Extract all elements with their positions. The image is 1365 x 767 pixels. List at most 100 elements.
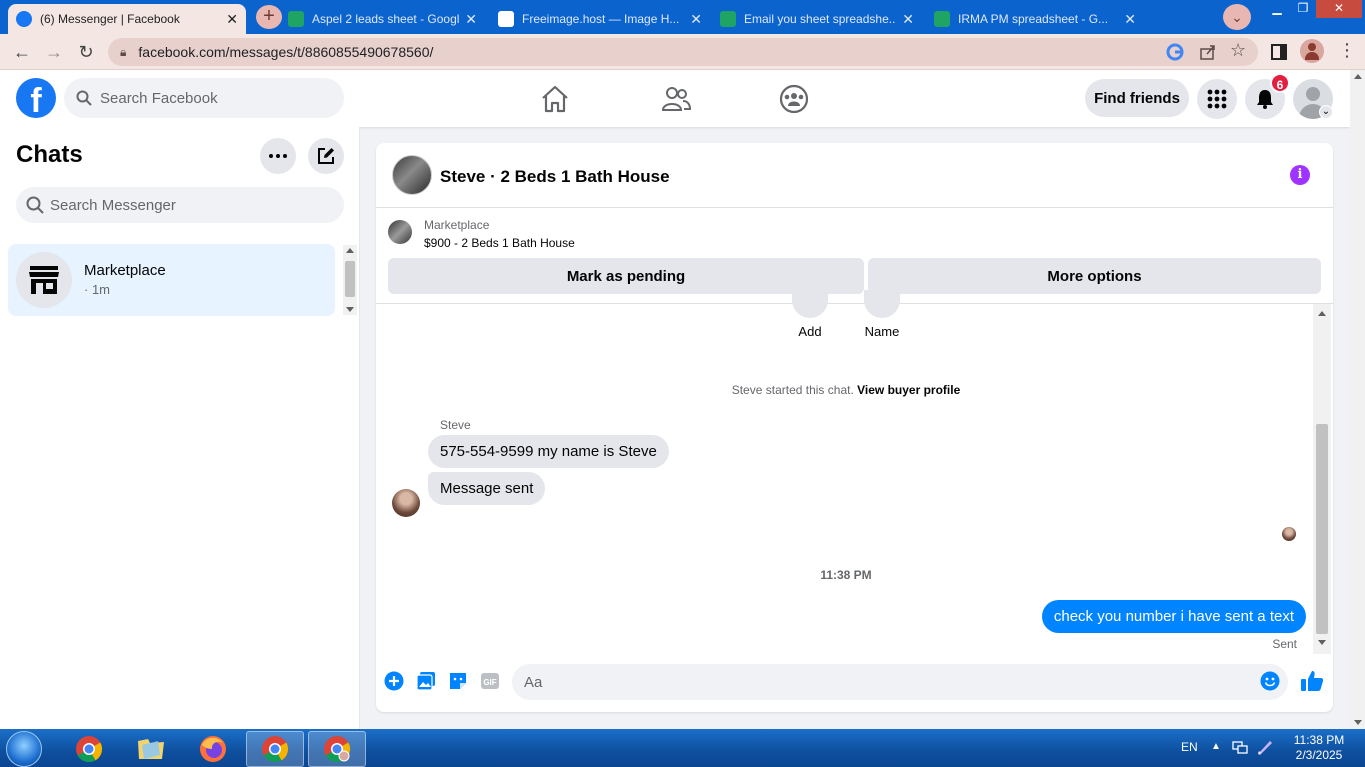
forward-icon[interactable]: → [42,40,66,64]
gif-icon[interactable]: GIF [480,671,500,691]
tab-sheet-3[interactable]: IRMA PM spreadsheet - G... ✕ [926,4,1144,34]
name-label[interactable]: Name [858,324,906,339]
add-action-button[interactable] [792,290,828,318]
tab-sheet-1[interactable]: Aspel 2 leads sheet - Googl... ✕ [280,4,485,34]
messenger-search-input[interactable]: Search Messenger [16,187,344,223]
maximize-icon[interactable]: ❐ [1288,0,1318,18]
system-clock[interactable]: 11:38 PM 2/3/2025 [1284,733,1354,763]
attach-photo-icon[interactable] [416,671,436,691]
share-icon[interactable] [1199,43,1217,61]
chats-title: Chats [16,141,83,168]
listing-avatar[interactable] [392,155,432,195]
thumbs-up-icon[interactable] [1300,669,1324,693]
account-chevron-icon[interactable]: ⌄ [1319,105,1333,119]
outgoing-message[interactable]: check you number i have sent a text [1041,600,1306,633]
language-indicator[interactable]: EN [1181,740,1198,754]
new-message-button[interactable] [308,138,344,174]
reload-icon[interactable]: ↻ [74,40,98,64]
search-icon [26,196,44,214]
close-tab-icon[interactable]: ✕ [226,11,238,28]
message-status: Sent [1272,637,1297,651]
sheets-favicon-icon [934,11,950,27]
close-tab-icon[interactable]: ✕ [902,11,914,28]
lock-icon: 🔒︎ [120,44,127,59]
message-thread: Add Name Steve started this chat. View b… [376,290,1333,654]
chat-options-button[interactable] [260,138,296,174]
facebook-search-input[interactable]: Search Facebook [64,78,344,118]
more-options-button[interactable]: More options [868,258,1321,294]
more-actions-icon[interactable] [384,671,404,691]
explorer-taskbar-icon[interactable] [122,731,180,767]
google-icon[interactable] [1166,43,1184,61]
find-friends-button[interactable]: Find friends [1085,79,1189,117]
menu-button[interactable] [1197,79,1237,119]
back-icon[interactable]: ← [10,40,34,64]
read-receipt-avatar [1282,527,1296,541]
conversation-title[interactable]: Steve · 2 Beds 1 Bath House [440,167,670,187]
view-buyer-profile-link[interactable]: View buyer profile [857,383,960,397]
conversation-panel: Steve · 2 Beds 1 Bath House i Marketplac… [376,143,1333,712]
chat-item-marketplace[interactable]: Marketplace · 1m [8,244,335,316]
tab-freeimage[interactable]: Freeimage.host — Image H... ✕ [490,4,710,34]
listing-title[interactable]: $900 - 2 Beds 1 Bath House [424,236,575,250]
chrome-profile-taskbar-item[interactable] [308,731,366,767]
notification-badge: 6 [1270,73,1290,93]
tab-search-icon[interactable]: ⌄ [1223,4,1251,30]
listing-thumbnail[interactable] [388,220,412,244]
tab-title: Freeimage.host — Image H... [522,12,680,26]
new-tab-button[interactable]: + [256,5,282,29]
sheets-favicon-icon [288,11,304,27]
close-window-icon[interactable]: ✕ [1316,0,1362,18]
tab-title: Aspel 2 leads sheet - Googl... [312,12,460,26]
home-icon[interactable] [538,82,572,116]
pen-icon[interactable] [1256,738,1274,756]
chrome-taskbar-icon[interactable] [60,731,118,767]
tab-title: Email you sheet spreadshe... [744,12,897,26]
facebook-favicon-icon [16,11,32,27]
chrome-window-taskbar-item[interactable] [246,731,304,767]
tab-sheet-2[interactable]: Email you sheet spreadshe... ✕ [712,4,922,34]
sticker-icon[interactable] [448,671,468,691]
thread-scrollbar[interactable] [1313,304,1331,654]
marketplace-label: Marketplace [424,218,490,232]
close-tab-icon[interactable]: ✕ [465,11,477,28]
tab-messenger[interactable]: (6) Messenger | Facebook ✕ [8,4,246,34]
show-hidden-icons-icon[interactable]: ▲ [1211,741,1221,752]
search-placeholder: Search Facebook [100,89,218,107]
chrome-icon [324,736,351,763]
bookmark-star-icon[interactable]: ☆ [1230,40,1246,61]
address-bar[interactable]: 🔒︎ facebook.com/messages/t/8860855490678… [108,38,1258,66]
network-icon[interactable] [1232,741,1248,755]
side-panel-icon[interactable] [1271,44,1287,60]
browser-menu-icon[interactable]: ⋮ [1338,40,1356,61]
composer-placeholder: Aa [524,673,543,691]
add-label[interactable]: Add [788,324,832,339]
groups-icon[interactable] [777,82,811,116]
emoji-icon[interactable] [1260,671,1280,691]
page-scrollbar[interactable] [1350,70,1365,729]
chat-time: · 1m [84,282,110,297]
close-tab-icon[interactable]: ✕ [1124,11,1136,28]
url-text: facebook.com/messages/t/8860855490678560… [138,44,434,60]
profile-avatar[interactable] [1300,39,1324,63]
chat-list-scrollbar[interactable] [343,245,357,315]
message-input[interactable]: Aa [512,664,1288,700]
chat-name: Marketplace [84,262,166,279]
svg-text:GIF: GIF [483,678,496,687]
name-action-button[interactable] [864,290,900,318]
mark-as-pending-button[interactable]: Mark as pending [388,258,864,294]
sheets-favicon-icon [720,11,736,27]
start-button[interactable] [6,731,42,767]
freeimage-favicon-icon [498,11,514,27]
close-tab-icon[interactable]: ✕ [690,11,702,28]
incoming-message[interactable]: Message sent [428,472,546,505]
info-icon[interactable]: i [1290,165,1310,185]
chat-started-notice: Steve started this chat. View buyer prof… [376,383,1316,397]
chrome-icon [76,736,103,763]
sender-name: Steve [440,418,471,432]
sender-avatar[interactable] [392,489,420,517]
firefox-taskbar-icon[interactable] [184,731,242,767]
incoming-message[interactable]: 575-554-9599 my name is Steve [428,435,669,468]
friends-icon[interactable] [659,82,693,116]
facebook-logo-icon[interactable]: f [16,78,56,118]
